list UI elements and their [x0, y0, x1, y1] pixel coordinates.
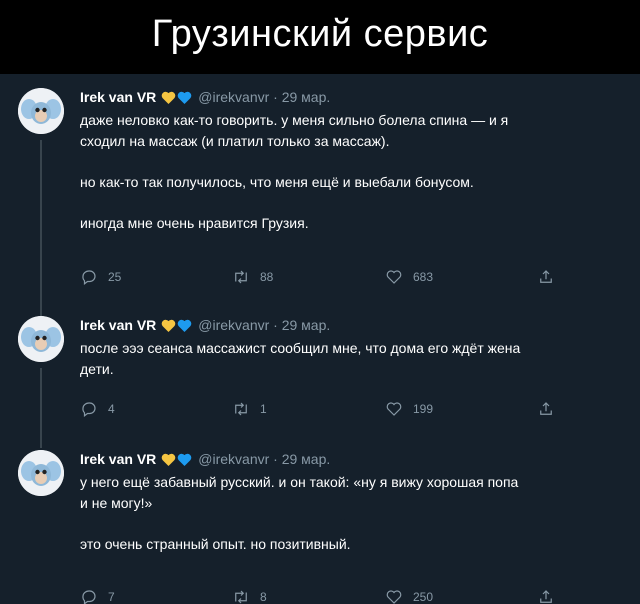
tweet-line: даже неловко как-то говорить. у меня сил… [80, 112, 509, 128]
tweet[interactable]: Irek van VR @irekvanvr · 29 мар. у него е… [0, 450, 640, 604]
share-icon [540, 270, 552, 283]
tweet-text: у него ещё забавный русский. и он такой:… [80, 472, 640, 554]
tweet-actions: 4 1 199 [80, 400, 580, 420]
retweet-icon [235, 402, 247, 416]
retweet-button[interactable]: 88 [232, 268, 273, 286]
share-button[interactable] [537, 588, 565, 604]
author-name[interactable]: Irek van VR [80, 451, 156, 467]
retweet-icon [235, 270, 247, 284]
author-name[interactable]: Irek van VR [80, 89, 156, 105]
tweet-line: и не могу!» [80, 494, 153, 511]
reply-icon [82, 402, 96, 417]
tweet-line: иногда мне очень нравится Грузия. [80, 214, 309, 231]
tweet-line: у него ещё забавный русский. и он такой:… [80, 474, 519, 490]
tweet-thread: Irek van VR @irekvanvr · 29 мар. даже нел… [0, 74, 640, 604]
share-button[interactable] [537, 268, 565, 286]
avatar[interactable] [18, 88, 64, 134]
retweet-icon [235, 590, 247, 604]
tweet-line: но как-то так получилось, что меня ещё и… [80, 173, 474, 190]
yellow-heart-icon [161, 90, 176, 108]
retweet-button[interactable]: 1 [232, 400, 267, 418]
avatar[interactable] [18, 316, 64, 362]
yellow-heart-icon [161, 318, 176, 336]
like-count: 250 [413, 590, 434, 604]
share-button[interactable] [537, 400, 565, 418]
reply-count: 7 [108, 590, 115, 604]
like-count: 199 [413, 402, 434, 416]
like-button[interactable]: 199 [385, 400, 433, 418]
retweet-count: 88 [260, 270, 274, 284]
author-name[interactable]: Irek van VR [80, 317, 156, 333]
yellow-heart-icon [161, 452, 176, 470]
tweet-line: после эээ сеанса массажист сообщил мне, … [80, 340, 521, 356]
retweet-button[interactable]: 8 [232, 588, 267, 604]
blue-heart-icon [177, 318, 192, 336]
tweet-text: после эээ сеанса массажист сообщил мне, … [80, 338, 640, 379]
tweet-line: сходил на массаж (и платил только за мас… [80, 132, 390, 149]
reply-icon [82, 270, 96, 285]
retweet-count: 1 [260, 402, 267, 416]
reply-count: 4 [108, 402, 115, 416]
like-button[interactable]: 683 [385, 268, 433, 286]
like-icon [386, 270, 402, 284]
tweet-header: Irek van VR @irekvanvr · 29 мар. [80, 450, 330, 470]
share-icon [540, 402, 552, 415]
like-icon [386, 590, 402, 604]
blue-heart-icon [177, 452, 192, 470]
blue-heart-icon [177, 90, 192, 108]
reply-icon [82, 590, 96, 604]
reply-button[interactable]: 4 [80, 400, 115, 418]
avatar[interactable] [18, 450, 64, 496]
tweet-actions: 25 88 683 [80, 268, 580, 288]
tweet-line: это очень странный опыт. но позитивный. [80, 535, 351, 552]
reply-count: 25 [108, 270, 122, 284]
tweet-header: Irek van VR @irekvanvr · 29 мар. [80, 88, 330, 108]
like-icon [386, 402, 402, 416]
author-handle-date[interactable]: @irekvanvr · 29 мар. [198, 317, 330, 333]
author-handle-date[interactable]: @irekvanvr · 29 мар. [198, 89, 330, 105]
like-button[interactable]: 250 [385, 588, 433, 604]
tweet-actions: 7 8 250 [80, 588, 580, 604]
share-icon [540, 590, 552, 603]
tweet-header: Irek van VR @irekvanvr · 29 мар. [80, 316, 330, 336]
page-title: Грузинский сервис [0, 0, 640, 74]
tweet[interactable]: Irek van VR @irekvanvr · 29 мар. даже нел… [0, 88, 640, 318]
tweet[interactable]: Irek van VR @irekvanvr · 29 мар. после ээ… [0, 316, 640, 426]
author-handle-date[interactable]: @irekvanvr · 29 мар. [198, 451, 330, 467]
tweet-text: даже неловко как-то говорить. у меня сил… [80, 110, 640, 233]
like-count: 683 [413, 270, 434, 284]
reply-button[interactable]: 7 [80, 588, 115, 604]
reply-button[interactable]: 25 [80, 268, 121, 286]
retweet-count: 8 [260, 590, 267, 604]
tweet-line: дети. [80, 360, 114, 377]
